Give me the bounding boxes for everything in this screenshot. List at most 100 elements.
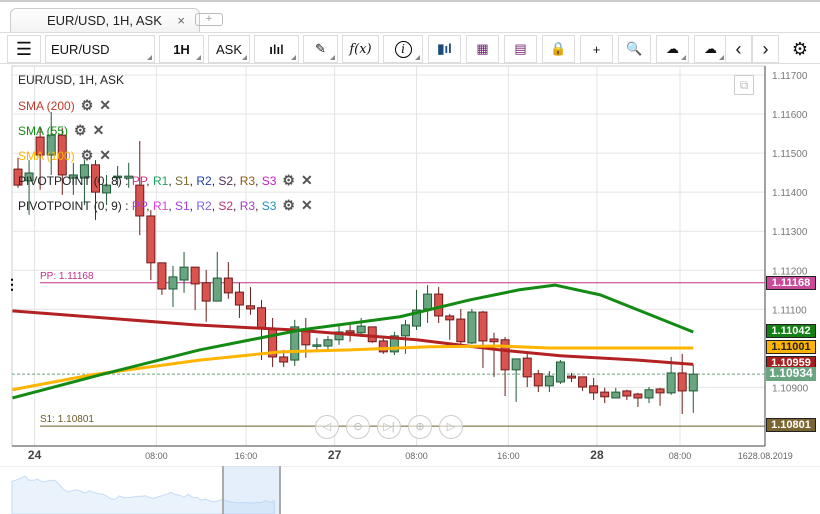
candle-up [212, 277, 222, 302]
candle-down [533, 373, 543, 387]
candle-up [688, 373, 698, 392]
candle-down [201, 282, 211, 302]
triangle-right-icon: ▷ [446, 421, 456, 433]
legend-sma55: SMA (55) ⚙ ✕ [18, 122, 104, 139]
gear-icon: ⚙ [791, 38, 809, 59]
scroll-back-button[interactable]: ◁ [315, 415, 339, 439]
candle-down [157, 262, 167, 290]
scroll-right-button[interactable]: › [752, 35, 779, 63]
info-button[interactable]: i [383, 35, 423, 63]
pivot-item-r1: R1 [152, 199, 169, 213]
candle-up [555, 361, 565, 383]
pen-icon: ✎ [315, 41, 326, 56]
gear-icon[interactable]: ⚙ [81, 147, 94, 163]
y-tick-label: 1.10900 [772, 383, 809, 394]
legend-pivot8: PIVOTPOINT (0, 8) : PP, R1, S1, R2, S2, … [18, 172, 313, 188]
close-icon[interactable]: ✕ [301, 197, 313, 213]
close-icon[interactable]: ✕ [99, 147, 111, 163]
candle-up [666, 372, 676, 394]
go-latest-button[interactable]: ▷| [377, 415, 401, 439]
candle-down [677, 372, 687, 392]
calendar-button[interactable]: ▦ [466, 35, 499, 63]
x-tick-label: 16:00 [235, 451, 258, 461]
candle-down [146, 215, 156, 264]
panel-drag-handle[interactable]: ⋮ [5, 277, 19, 291]
chart-title: EUR/USD, 1H, ASK [18, 73, 125, 87]
candle-down [633, 393, 643, 399]
x-tick-label: 08:00 [145, 451, 168, 461]
fx-icon: f(x) [349, 41, 372, 57]
news-button[interactable]: ▤ [504, 35, 537, 63]
symbol-select[interactable]: EUR/USD [45, 35, 155, 63]
pivot8-items: PP, R1, S1, R2, S2, R3, S3 [131, 174, 277, 188]
cloud-upload-icon: ☁ [666, 41, 679, 56]
settings-button[interactable]: ⚙ [786, 35, 814, 63]
close-icon[interactable]: ✕ [93, 122, 105, 138]
lock-button[interactable]: 🔒 [542, 35, 575, 63]
zoom-in-button[interactable]: ⊕ [408, 415, 432, 439]
triangle-left-icon: ◁ [322, 421, 332, 433]
close-icon[interactable]: ✕ [301, 172, 313, 188]
indicators-button[interactable]: f(x) [342, 35, 379, 63]
sma55-price-label: 1.11042 [766, 324, 816, 338]
navigator[interactable] [0, 466, 820, 514]
scroll-left-button[interactable]: ‹ [725, 35, 752, 63]
pivot-item-s3: S3 [261, 199, 277, 213]
pivot-item-pp: PP [131, 174, 147, 188]
side-select[interactable]: ASK [208, 35, 250, 63]
candle-down [456, 318, 466, 343]
chart-type-button[interactable]: ıǀıǀ [254, 35, 299, 63]
gear-icon[interactable]: ⚙ [74, 122, 87, 138]
candle-up [423, 293, 433, 310]
download-button[interactable]: ☁ [694, 35, 727, 63]
candle-down [478, 311, 488, 342]
zoom-out-button[interactable]: ⊖ [346, 415, 370, 439]
candle-down [622, 390, 632, 397]
price-chart[interactable]: 1.117001.116001.115001.114001.113001.112… [0, 64, 820, 514]
cloud-download-icon: ☁ [704, 41, 717, 56]
hamburger-icon: ☰ [15, 38, 33, 59]
pivot-item-r2: R2 [196, 199, 212, 213]
drawing-button[interactable]: ✎ [303, 35, 338, 63]
menu-button[interactable]: ☰ [7, 35, 41, 63]
crosshair-icon: + [592, 41, 601, 57]
candle-down [245, 305, 255, 310]
legend-pivot9: PIVOTPOINT (0, 9) : PP, R1, S1, R2, S2, … [18, 197, 313, 213]
popout-icon[interactable]: ⧉ [734, 75, 754, 95]
upload-button[interactable]: ☁ [656, 35, 689, 63]
legend-pivot8-label: PIVOTPOINT (0, 8) [18, 174, 122, 188]
y-tick-label: 1.11600 [772, 110, 808, 121]
period-select[interactable]: 1H [159, 35, 204, 63]
scroll-forward-button[interactable]: ▷ [439, 415, 463, 439]
gear-icon[interactable]: ⚙ [282, 197, 295, 213]
candle-down [257, 307, 267, 330]
new-tab-button[interactable]: + [195, 13, 223, 26]
candle-up [511, 358, 521, 371]
x-tick-label: 08:00 [405, 451, 428, 461]
candle-up [179, 266, 189, 281]
volume-button[interactable]: ▮ıl [428, 35, 461, 63]
skip-end-icon: ▷| [383, 421, 395, 433]
x-tick-label: 27 [328, 448, 342, 462]
symbol-value: EUR/USD [51, 41, 110, 57]
legend-sma100: SMA (100) ⚙ ✕ [18, 147, 111, 164]
candle-down [345, 330, 355, 334]
zoom-out-icon: ⊖ [353, 421, 363, 433]
candle-up [467, 311, 477, 344]
gear-icon[interactable]: ⚙ [282, 172, 295, 188]
pivot-item-s3: S3 [261, 174, 277, 188]
close-tab-icon[interactable]: × [177, 13, 185, 28]
info-icon: i [394, 40, 412, 58]
calendar-icon: ▦ [476, 41, 489, 56]
legend-sma55-label: SMA (55) [18, 124, 69, 138]
pivot-item-r3: R3 [239, 174, 256, 188]
s1-label: S1: 1.10801 [40, 414, 94, 425]
close-icon[interactable]: ✕ [99, 97, 111, 113]
crosshair-button[interactable]: + [580, 35, 613, 63]
candle-up [611, 391, 621, 399]
candle-down [223, 277, 233, 294]
tab-eurusd[interactable]: EUR/USD, 1H, ASK × [10, 8, 200, 32]
candle-down [600, 391, 610, 398]
zoom-button[interactable]: 🔍 [618, 35, 651, 63]
gear-icon[interactable]: ⚙ [81, 97, 94, 113]
